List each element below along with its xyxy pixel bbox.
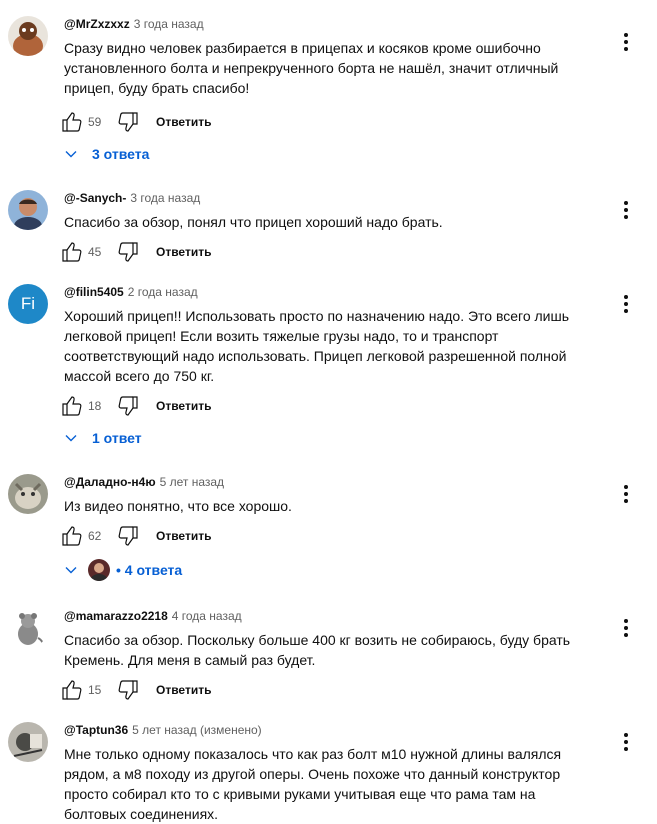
like-icon[interactable] (60, 240, 84, 264)
more-vert-icon[interactable] (614, 730, 638, 754)
author-name[interactable]: @Taptun36 (64, 723, 128, 737)
avatar[interactable] (8, 190, 48, 230)
like-icon[interactable] (60, 524, 84, 548)
more-vert-icon[interactable] (614, 30, 638, 54)
comment-text: Сразу видно человек разбирается в прицеп… (64, 40, 559, 96)
like-count: 62 (88, 529, 102, 543)
like-count: 18 (88, 399, 102, 413)
timestamp[interactable]: 3 года назад (134, 17, 204, 31)
like-icon[interactable] (60, 678, 84, 702)
dislike-icon[interactable] (116, 394, 140, 418)
author-name[interactable]: @mamarazzo2218 (64, 609, 168, 623)
creator-avatar (88, 559, 110, 581)
chevron-down-icon (65, 151, 77, 158)
comment-text: Мне только одному показалось что как раз… (64, 746, 562, 822)
reply-button[interactable]: Ответить (156, 683, 211, 697)
timestamp[interactable]: 5 лет назад (160, 475, 224, 489)
view-replies-button[interactable]: 1 ответ (64, 427, 142, 449)
chevron-down-icon (65, 435, 77, 442)
comment-toolbar: 18 Ответить (60, 394, 211, 418)
comment-toolbar: 15 Ответить (60, 678, 211, 702)
author-name[interactable]: @filin5405 (64, 285, 124, 299)
comment-header: @Taptun36 5 лет назад (изменено) (64, 722, 262, 738)
reply-button[interactable]: Ответить (156, 245, 211, 259)
comment-header: @-Sanych- 3 года назад (64, 190, 200, 206)
comment-header: @filin5405 2 года назад (64, 284, 198, 300)
dislike-icon[interactable] (116, 240, 140, 264)
comment-header: @Даладно-н4ю 5 лет назад (64, 474, 224, 490)
replies-count: 1 ответ (92, 430, 142, 446)
timestamp[interactable]: 3 года назад (130, 191, 200, 205)
dislike-icon[interactable] (116, 678, 140, 702)
like-count: 45 (88, 245, 102, 259)
avatar[interactable] (8, 16, 48, 56)
replies-count: • 4 ответа (116, 562, 183, 578)
comment-text: Хороший прицеп!! Использовать просто по … (64, 308, 570, 384)
replies-count: 3 ответа (92, 146, 150, 162)
comment-header: @mamarazzo2218 4 года назад (64, 608, 242, 624)
like-icon[interactable] (60, 394, 84, 418)
chevron-down-icon (65, 567, 77, 574)
more-vert-icon[interactable] (614, 198, 638, 222)
like-icon[interactable] (60, 110, 84, 134)
view-replies-button[interactable]: • 4 ответа (64, 559, 182, 581)
author-name[interactable]: @-Sanych- (64, 191, 126, 205)
timestamp[interactable]: 4 года назад (172, 609, 242, 623)
comment-toolbar: 45 Ответить (60, 240, 211, 264)
more-vert-icon[interactable] (614, 292, 638, 316)
view-replies-button[interactable]: 3 ответа (64, 143, 149, 165)
avatar[interactable] (8, 608, 48, 648)
author-name[interactable]: @Даладно-н4ю (64, 475, 156, 489)
comment-text: Спасибо за обзор, понял что прицеп хорош… (64, 214, 443, 230)
more-vert-icon[interactable] (614, 616, 638, 640)
dislike-icon[interactable] (116, 524, 140, 548)
comment-toolbar: 62 Ответить (60, 524, 211, 548)
comment-text: Спасибо за обзор. Поскольку больше 400 к… (64, 632, 571, 668)
comment-toolbar: 59 Ответить (60, 110, 211, 134)
timestamp[interactable]: 5 лет назад (изменено) (132, 723, 262, 737)
like-count: 15 (88, 683, 102, 697)
reply-button[interactable]: Ответить (156, 115, 211, 129)
avatar[interactable] (8, 474, 48, 514)
comment-text: Из видео понятно, что все хорошо. (64, 498, 292, 514)
avatar[interactable] (8, 722, 48, 762)
like-count: 59 (88, 115, 102, 129)
author-name[interactable]: @MrZxzxxz (64, 17, 130, 31)
comment-header: @MrZxzxxz 3 года назад (64, 16, 204, 32)
reply-button[interactable]: Ответить (156, 399, 211, 413)
dislike-icon[interactable] (116, 110, 140, 134)
timestamp[interactable]: 2 года назад (128, 285, 198, 299)
more-vert-icon[interactable] (614, 482, 638, 506)
reply-button[interactable]: Ответить (156, 529, 211, 543)
avatar[interactable]: Fi (8, 284, 48, 324)
